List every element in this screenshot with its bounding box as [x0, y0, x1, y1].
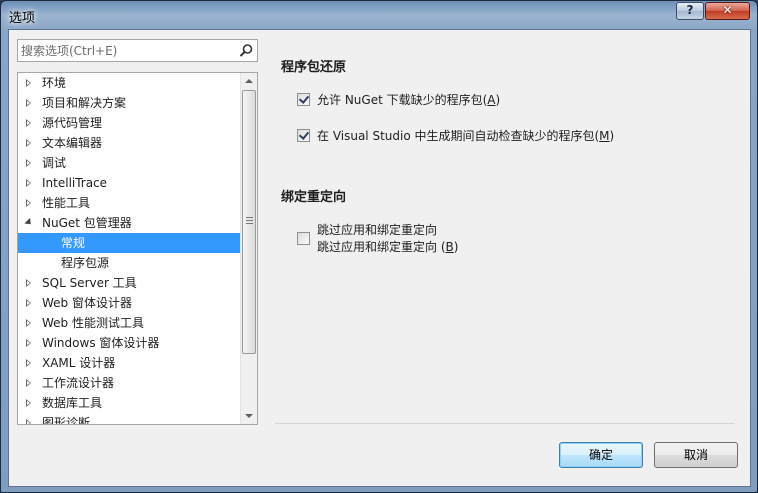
cancel-button[interactable]: 取消	[654, 442, 738, 468]
expand-arrow-icon[interactable]	[26, 179, 31, 187]
expand-arrow-icon[interactable]	[26, 99, 31, 107]
tree-item-label: NuGet 包管理器	[42, 216, 132, 230]
tree-item-sql-server-tools[interactable]: SQL Server 工具	[18, 273, 240, 293]
separator	[275, 423, 735, 424]
checkbox-checked[interactable]	[297, 93, 310, 106]
collapse-arrow-icon[interactable]	[24, 217, 34, 228]
expand-arrow-icon[interactable]	[26, 339, 31, 347]
tree-item-label: 常规	[61, 236, 86, 250]
help-button[interactable]: ?	[676, 2, 704, 20]
section-title-binding-redirects: 绑定重定向	[281, 190, 347, 205]
expand-arrow-icon[interactable]	[26, 299, 31, 307]
close-button[interactable]: ✕	[705, 2, 750, 20]
options-dialog: 选项 ? ✕ 环境 项目和解决方案	[0, 0, 758, 493]
search-input[interactable]	[18, 40, 233, 61]
tree-item-performance-tools[interactable]: 性能工具	[18, 193, 240, 213]
expand-arrow-icon[interactable]	[26, 139, 31, 147]
tree-item-label: 程序包源	[61, 256, 110, 270]
tree-item-text-editor[interactable]: 文本编辑器	[18, 133, 240, 153]
scroll-down-arrow-icon[interactable]	[245, 414, 253, 418]
window-title: 选项	[9, 11, 36, 26]
checkbox-unchecked[interactable]	[297, 232, 310, 245]
tree-item-workflow-designer[interactable]: 工作流设计器	[18, 373, 240, 393]
search-box[interactable]	[17, 39, 258, 62]
expand-arrow-icon[interactable]	[26, 119, 31, 127]
tree-item-xaml-designer[interactable]: XAML 设计器	[18, 353, 240, 373]
dialog-client-area: 环境 项目和解决方案 源代码管理 文本编辑器 调试	[8, 29, 751, 487]
scrollbar-thumb[interactable]	[242, 90, 256, 354]
tree-item-source-control[interactable]: 源代码管理	[18, 113, 240, 133]
expand-arrow-icon[interactable]	[26, 419, 31, 424]
expand-arrow-icon[interactable]	[26, 379, 31, 387]
checkbox-label: 允许 NuGet 下载缺少的程序包(A)	[317, 93, 501, 107]
tree-item-label: 源代码管理	[42, 116, 103, 130]
expand-arrow-icon[interactable]	[26, 79, 31, 87]
expand-arrow-icon[interactable]	[26, 319, 31, 327]
tree-item-label: 调试	[42, 156, 67, 170]
checkbox-label: 在 Visual Studio 中生成期间自动检查缺少的程序包(M)	[317, 129, 615, 143]
tree-item-web-forms-designer[interactable]: Web 窗体设计器	[18, 293, 240, 313]
section-title-package-restore: 程序包还原	[281, 60, 347, 75]
tree-item-label: Windows 窗体设计器	[42, 336, 160, 350]
tree-item-label: 数据库工具	[42, 396, 103, 410]
tree-item-package-sources[interactable]: 程序包源	[18, 253, 240, 273]
tree-item-projects-solutions[interactable]: 项目和解决方案	[18, 93, 240, 113]
checkbox-label: 跳过应用和绑定重定向 跳过应用和绑定重定向 (B)	[317, 223, 459, 254]
tree-items: 环境 项目和解决方案 源代码管理 文本编辑器 调试 IntelliTrace 性…	[18, 73, 240, 425]
tree-item-label: 环境	[42, 76, 67, 90]
tree-item-label: 图形诊断	[42, 416, 91, 425]
options-tree: 环境 项目和解决方案 源代码管理 文本编辑器 调试 IntelliTrace 性…	[17, 72, 258, 425]
search-icon[interactable]	[238, 43, 254, 59]
tree-item-label: Web 性能测试工具	[42, 316, 144, 330]
tree-item-label: SQL Server 工具	[42, 276, 137, 290]
tree-scrollbar[interactable]	[240, 73, 257, 424]
tree-item-label: IntelliTrace	[42, 176, 108, 190]
tree-item-debugging[interactable]: 调试	[18, 153, 240, 173]
tree-item-label: XAML 设计器	[42, 356, 116, 370]
scroll-up-arrow-icon[interactable]	[245, 79, 253, 83]
tree-item-windows-forms-designer[interactable]: Windows 窗体设计器	[18, 333, 240, 353]
checkbox-checked[interactable]	[297, 129, 310, 142]
tree-item-general[interactable]: 常规	[18, 233, 240, 253]
tree-item-intellitrace[interactable]: IntelliTrace	[18, 173, 240, 193]
grip-icon	[246, 217, 253, 224]
expand-arrow-icon[interactable]	[26, 399, 31, 407]
title-bar[interactable]: 选项 ? ✕	[1, 1, 757, 29]
tree-item-graphics-diagnostics[interactable]: 图形诊断	[18, 413, 240, 425]
tree-item-nuget-package-manager[interactable]: NuGet 包管理器	[18, 213, 240, 233]
expand-arrow-icon[interactable]	[26, 159, 31, 167]
expand-arrow-icon[interactable]	[26, 279, 31, 287]
expand-arrow-icon[interactable]	[26, 199, 31, 207]
tree-item-environment[interactable]: 环境	[18, 73, 240, 93]
tree-item-web-performance-test-tools[interactable]: Web 性能测试工具	[18, 313, 240, 333]
tree-item-label: 文本编辑器	[42, 136, 103, 150]
tree-item-label: 项目和解决方案	[42, 96, 127, 110]
tree-item-label: Web 窗体设计器	[42, 296, 132, 310]
tree-item-label: 性能工具	[42, 196, 91, 210]
tree-item-label: 工作流设计器	[42, 376, 115, 390]
ok-button[interactable]: 确定	[559, 442, 643, 468]
expand-arrow-icon[interactable]	[26, 359, 31, 367]
tree-item-database-tools[interactable]: 数据库工具	[18, 393, 240, 413]
